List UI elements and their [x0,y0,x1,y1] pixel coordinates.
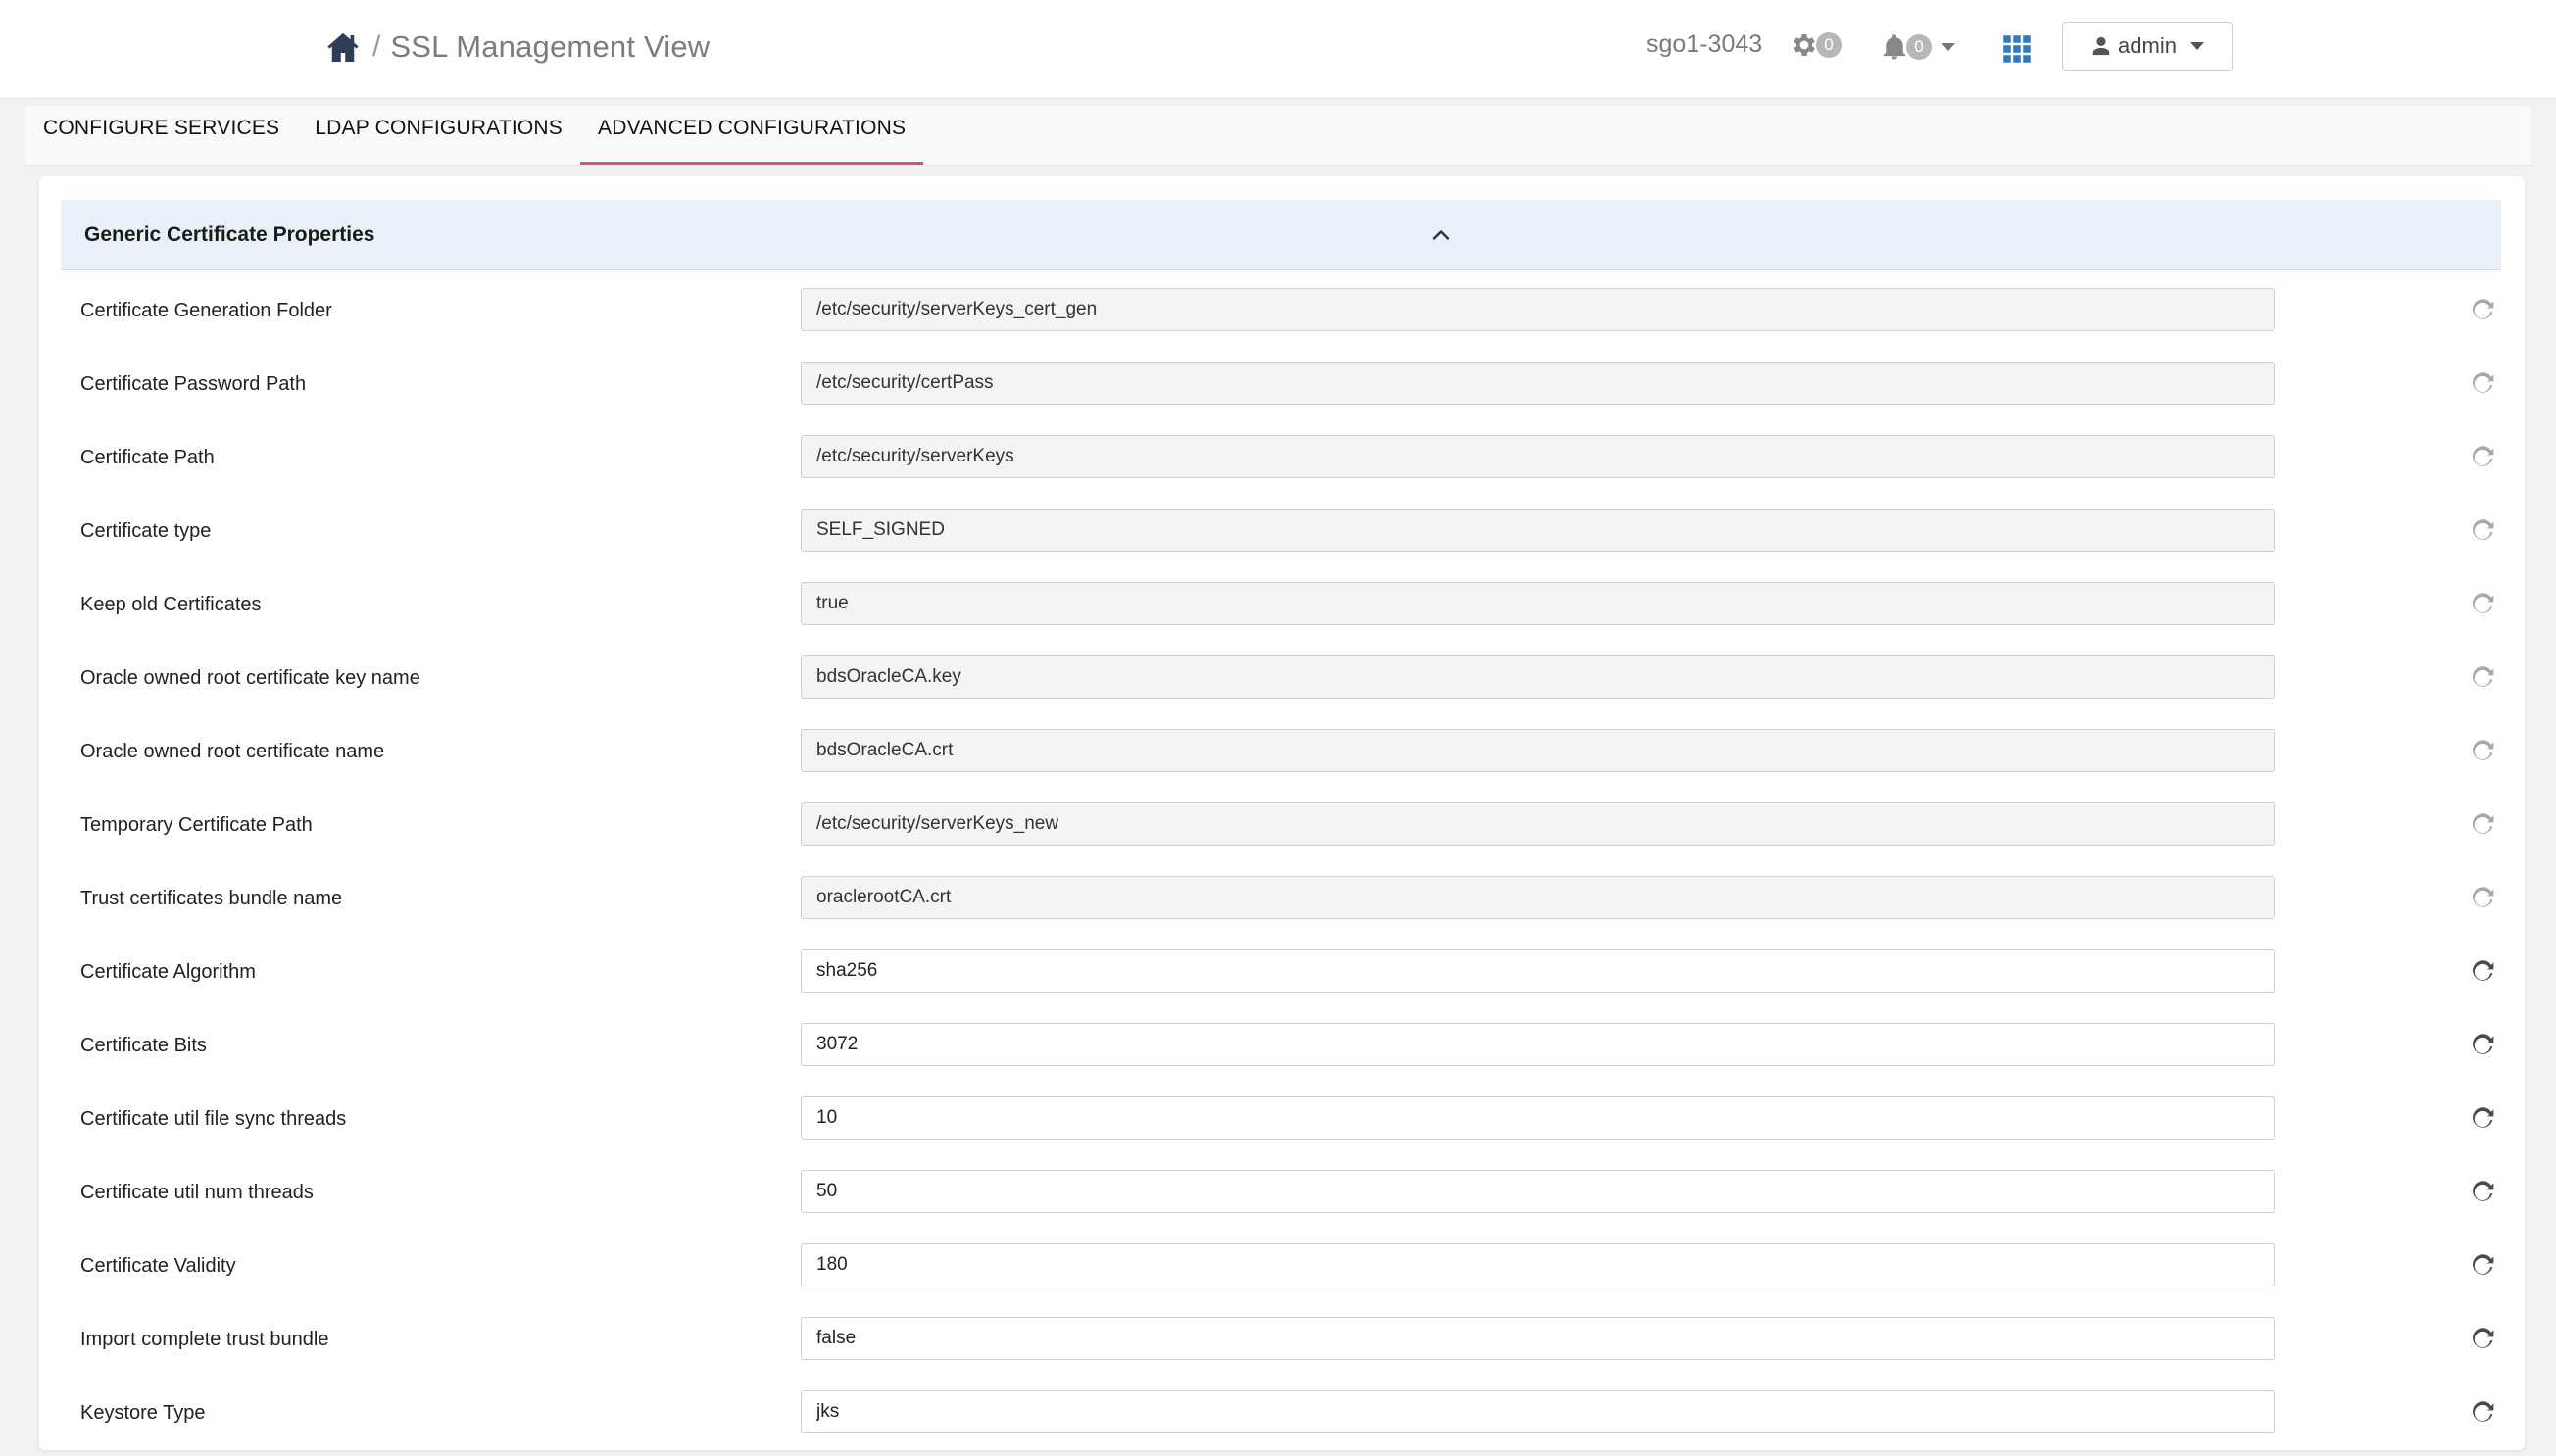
refresh-icon[interactable] [2470,959,2495,985]
property-value-input[interactable] [801,1096,2275,1140]
property-row: Certificate util num threads [39,1162,2525,1236]
bell-icon [1880,32,1909,62]
property-row: Certificate type [39,501,2525,574]
refresh-icon[interactable] [2470,518,2495,544]
property-row: Keep old Certificates [39,574,2525,648]
breadcrumb: / SSL Management View [325,24,710,71]
refresh-icon[interactable] [2470,812,2495,838]
property-label: Oracle owned root certificate key name [80,667,420,689]
property-row: Temporary Certificate Path [39,795,2525,868]
property-row: Certificate Bits [39,1015,2525,1089]
refresh-icon[interactable] [2470,445,2495,470]
property-value-input[interactable] [801,1170,2275,1213]
property-row: Certificate Validity [39,1236,2525,1309]
property-label: Certificate Path [80,447,215,468]
property-row: Certificate util file sync threads [39,1089,2525,1162]
alerts-count-badge: 0 [1906,34,1932,60]
refresh-icon[interactable] [2470,371,2495,397]
property-row: Certificate Path [39,427,2525,501]
property-value-input[interactable] [801,1317,2275,1360]
property-label: Import complete trust bundle [80,1329,329,1350]
refresh-icon[interactable] [2470,1180,2495,1205]
property-value-input[interactable] [801,509,2275,552]
property-list: Certificate Generation Folder Certificat… [39,280,2525,1456]
operations-indicator[interactable]: 0 [1790,30,1842,60]
property-label: Certificate Generation Folder [80,300,332,321]
refresh-icon[interactable] [2470,1253,2495,1279]
property-label: Certificate util file sync threads [80,1108,347,1130]
property-value-input[interactable] [801,729,2275,772]
property-value-input[interactable] [801,949,2275,993]
property-row: Oracle owned root certificate name [39,721,2525,795]
property-label: Keystore Type [80,1402,206,1424]
property-value-input[interactable] [801,1390,2275,1433]
gear-icon [1790,30,1819,60]
property-label: Keep old Certificates [80,594,262,615]
property-label: Oracle owned root certificate name [80,741,385,762]
property-row: Certificate Password Path [39,354,2525,427]
property-value-input[interactable] [801,802,2275,846]
refresh-icon[interactable] [2470,1400,2495,1426]
refresh-icon[interactable] [2470,1033,2495,1058]
refresh-icon[interactable] [2470,739,2495,764]
user-icon [2090,35,2112,57]
refresh-icon[interactable] [2470,886,2495,911]
property-label: Trust certificates bundle name [80,888,343,909]
property-value-input[interactable] [801,435,2275,478]
user-name: admin [2118,33,2177,58]
chevron-up-icon[interactable] [1429,223,1452,247]
section-header-generic-certificate-properties[interactable]: Generic Certificate Properties [61,200,2501,270]
property-label: Certificate Algorithm [80,961,256,983]
property-value-input[interactable] [801,582,2275,625]
operations-count-badge: 0 [1816,32,1842,58]
property-row: Import complete trust bundle [39,1309,2525,1383]
tab-advanced-configurations[interactable]: ADVANCED CONFIGURATIONS [580,106,924,165]
property-row: Certificate Generation Folder [39,280,2525,354]
refresh-icon[interactable] [2470,592,2495,617]
cluster-name: sgo1-3043 [1647,30,1763,58]
breadcrumb-separator: / [372,30,381,63]
top-header: / SSL Management View sgo1-3043 0 0 admi… [0,0,2556,99]
property-value-input[interactable] [801,1023,2275,1066]
property-label: Certificate Bits [80,1035,207,1056]
user-menu-button[interactable]: admin [2062,22,2233,71]
property-row: Trust certificates bundle name [39,868,2525,942]
refresh-icon[interactable] [2470,298,2495,323]
property-row: Certificate Algorithm [39,942,2525,1015]
grid-icon[interactable] [2002,34,2032,64]
property-label: Certificate Password Path [80,373,307,395]
property-label: Certificate util num threads [80,1182,314,1203]
property-value-input[interactable] [801,1243,2275,1286]
section-title: Generic Certificate Properties [84,223,375,246]
property-value-input[interactable] [801,288,2275,331]
refresh-icon[interactable] [2470,665,2495,691]
property-value-input[interactable] [801,655,2275,699]
property-row: Keystore Type [39,1383,2525,1456]
refresh-icon[interactable] [2470,1106,2495,1132]
page-title: SSL Management View [390,29,711,64]
property-label: Certificate type [80,520,212,542]
chevron-down-icon [2189,42,2204,50]
refresh-icon[interactable] [2470,1327,2495,1352]
property-row: Oracle owned root certificate key name [39,648,2525,721]
property-value-input[interactable] [801,362,2275,405]
property-label: Certificate Validity [80,1255,236,1277]
chevron-down-icon [1942,43,1955,51]
tab-configure-services[interactable]: CONFIGURE SERVICES [25,106,297,165]
config-tabs: CONFIGURE SERVICES LDAP CONFIGURATIONS A… [25,106,2531,166]
advanced-config-panel: Generic Certificate Properties Certifica… [39,176,2525,1450]
tab-ldap-configurations[interactable]: LDAP CONFIGURATIONS [297,106,580,165]
property-value-input[interactable] [801,876,2275,919]
property-label: Temporary Certificate Path [80,814,313,836]
alerts-indicator[interactable]: 0 [1880,32,1955,62]
home-icon[interactable] [325,29,361,65]
